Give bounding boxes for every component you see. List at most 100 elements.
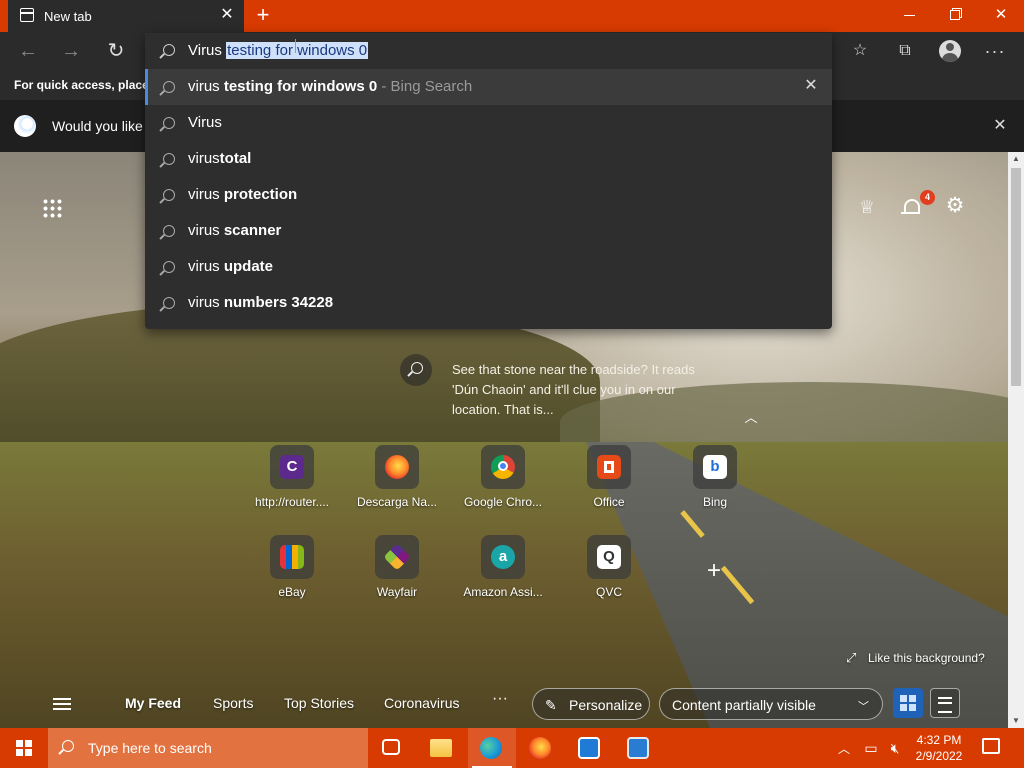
remove-suggestion-icon[interactable]: ✕ <box>802 77 820 95</box>
show-hidden-icons-chevron-icon[interactable]: ︿ <box>838 740 850 757</box>
quick-link-label: Office <box>593 495 625 509</box>
remote-desktop-icon <box>578 737 600 759</box>
rewards-trophy-icon[interactable]: ♕ <box>856 196 878 218</box>
tab-coronavirus[interactable]: Coronavirus <box>384 695 459 711</box>
suggestion-item[interactable]: virus numbers 34228 <box>145 285 832 321</box>
task-view-button[interactable] <box>368 728 416 768</box>
add-quick-link-icon[interactable]: + <box>703 559 725 583</box>
suggestion-source: - Bing Search <box>377 78 473 95</box>
settings-gear-icon[interactable]: ⚙ <box>944 195 966 217</box>
scroll-down-arrow-icon[interactable]: ▼ <box>1008 714 1024 728</box>
search-icon <box>62 740 74 752</box>
file-explorer-button[interactable] <box>418 728 466 768</box>
search-icon <box>163 153 175 165</box>
content-visibility-dropdown[interactable]: Content partially visible ﹀ <box>659 688 883 720</box>
quick-link-tile[interactable]: Q QVC <box>559 535 659 615</box>
quick-link-tile[interactable]: a Amazon Assi... <box>453 535 553 615</box>
chevron-down-icon: ﹀ <box>858 701 869 713</box>
back-arrow-icon[interactable]: ← <box>13 36 43 66</box>
scroll-thumb[interactable] <box>1011 168 1021 386</box>
suggestion-completion: testing for windows 0 <box>223 78 378 95</box>
new-tab-button[interactable]: + <box>250 2 276 28</box>
quick-link-tile[interactable]: Descarga Na... <box>347 445 447 525</box>
bing-icon: b <box>703 455 727 479</box>
minimize-button[interactable] <box>886 0 932 32</box>
suggestion-item[interactable]: virus testing for windows 0 - Bing Searc… <box>145 69 832 105</box>
firefox-taskbar-button[interactable] <box>517 728 565 768</box>
favorites-icon[interactable]: ☆ <box>845 36 875 66</box>
tab-my-feed[interactable]: My Feed <box>125 695 181 711</box>
taskbar-clock[interactable]: 4:32 PM 2/9/2022 <box>912 732 966 764</box>
search-icon <box>163 297 175 309</box>
suggestion-item[interactable]: virus update <box>145 249 832 285</box>
page-scrollbar[interactable]: ▲ ▼ <box>1008 152 1024 728</box>
like-background-link[interactable]: ⤢ Like this background? <box>846 650 985 666</box>
suggestion-item[interactable]: Virus <box>145 105 832 141</box>
tab-sports[interactable]: Sports <box>213 695 253 711</box>
network-icon[interactable]: ▭ <box>862 740 880 756</box>
chrome-icon <box>491 455 515 479</box>
suggestion-completion: update <box>219 258 274 275</box>
personalize-button[interactable]: ✎ Personalize <box>532 688 650 720</box>
app-launcher-icon[interactable] <box>42 198 62 218</box>
app-window-icon <box>627 737 649 759</box>
image-info-text[interactable]: See that stone near the roadside? It rea… <box>452 360 712 420</box>
router-site-icon: C <box>280 455 304 479</box>
suggestion-item[interactable]: virus scanner <box>145 213 832 249</box>
taskbar-search-box[interactable]: Type here to search <box>48 728 368 768</box>
list-layout-icon[interactable] <box>930 688 960 718</box>
forward-arrow-icon[interactable]: → <box>56 36 86 66</box>
more-options-icon[interactable]: ··· <box>980 36 1010 66</box>
suggestion-completion: numbers 34228 <box>219 294 334 311</box>
app-taskbar-button[interactable] <box>615 728 663 768</box>
quick-link-tile[interactable]: Wayfair <box>347 535 447 615</box>
grid-layout-icon[interactable] <box>893 688 923 718</box>
quick-link-tile[interactable]: Google Chro... <box>453 445 553 525</box>
chevron-up-icon[interactable]: ︿ <box>744 407 758 425</box>
notifications-bell-icon[interactable] <box>900 196 922 218</box>
action-center-icon[interactable] <box>982 738 1000 754</box>
quick-link-tile[interactable]: C http://router.... <box>242 445 342 525</box>
quick-link-label: QVC <box>595 585 622 599</box>
address-bar[interactable]: Virus testing for windows 0 <box>145 33 832 69</box>
suggestion-item[interactable]: virustotal <box>145 141 832 177</box>
more-tabs-icon[interactable]: ··· <box>492 690 508 708</box>
quick-link-tile[interactable]: Office <box>559 445 659 525</box>
remote-desktop-taskbar-button[interactable] <box>566 728 614 768</box>
suggestion-item[interactable]: virus protection <box>145 177 832 213</box>
new-tab-page-icon <box>20 8 34 22</box>
quick-link-label: Google Chro... <box>463 495 543 509</box>
content-visibility-label: Content partially visible <box>672 697 816 713</box>
close-window-button[interactable]: ✕ <box>978 0 1024 32</box>
profile-avatar-icon[interactable] <box>935 36 965 66</box>
edge-taskbar-button[interactable] <box>468 728 516 768</box>
quick-link-tile[interactable]: b Bing <box>665 445 765 525</box>
collections-icon[interactable]: ⧉ <box>890 36 920 66</box>
favorites-bar-hint: For quick access, place y <box>14 78 159 92</box>
search-icon <box>163 81 175 93</box>
suggestion-prefix: virus <box>188 78 220 95</box>
tab-close-icon[interactable]: ✕ <box>218 6 236 24</box>
volume-muted-icon[interactable]: 🔇︎ <box>886 740 904 756</box>
office-icon <box>597 455 621 479</box>
search-icon <box>163 189 175 201</box>
address-input[interactable]: Virus testing for windows 0 <box>188 42 369 59</box>
restore-button[interactable] <box>932 0 978 32</box>
qvc-icon: Q <box>597 545 621 569</box>
title-bar: New tab ✕ + ✕ <box>0 0 1024 32</box>
edge-icon <box>480 737 502 759</box>
tab-new-tab[interactable]: New tab ✕ <box>8 0 244 32</box>
search-icon <box>411 362 423 374</box>
quick-link-tile[interactable]: eBay <box>242 535 342 615</box>
hamburger-menu-icon[interactable] <box>53 698 71 710</box>
task-view-icon <box>382 739 400 755</box>
windows-start-icon[interactable] <box>16 740 32 756</box>
scroll-up-arrow-icon[interactable]: ▲ <box>1008 152 1024 166</box>
suggestion-prefix: virus <box>188 258 220 275</box>
quick-link-label: Bing <box>702 495 728 509</box>
refresh-icon[interactable]: ↻ <box>101 36 131 66</box>
tab-top-stories[interactable]: Top Stories <box>284 695 354 711</box>
windows-taskbar: Type here to search ︿ ▭ 🔇︎ 4:32 PM 2/9/2… <box>0 728 1024 768</box>
banner-close-icon[interactable]: ✕ <box>990 116 1010 136</box>
image-info-search-button[interactable] <box>400 354 432 386</box>
